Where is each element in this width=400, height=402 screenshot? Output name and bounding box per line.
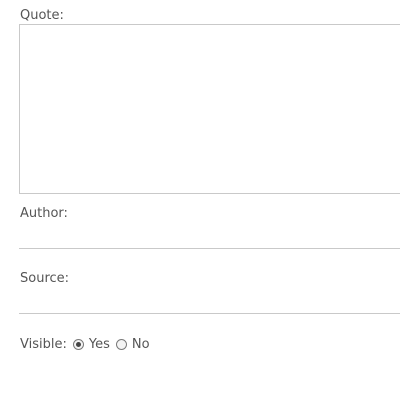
visible-no-label[interactable]: No — [132, 337, 150, 352]
visible-yes-option[interactable]: Yes — [72, 337, 110, 352]
visible-yes-label[interactable]: Yes — [89, 337, 110, 352]
visible-label: Visible: — [20, 336, 67, 352]
visible-no-option[interactable]: No — [115, 337, 150, 352]
quote-textarea[interactable] — [19, 24, 400, 194]
source-label: Source: — [20, 271, 70, 286]
visible-yes-radio[interactable] — [72, 338, 84, 350]
quote-label: Quote: — [20, 8, 64, 23]
visible-field: Visible: Yes No — [20, 336, 150, 352]
source-input[interactable] — [19, 288, 400, 314]
author-label: Author: — [20, 206, 68, 221]
author-input[interactable] — [19, 223, 400, 249]
visible-no-radio[interactable] — [115, 338, 127, 350]
